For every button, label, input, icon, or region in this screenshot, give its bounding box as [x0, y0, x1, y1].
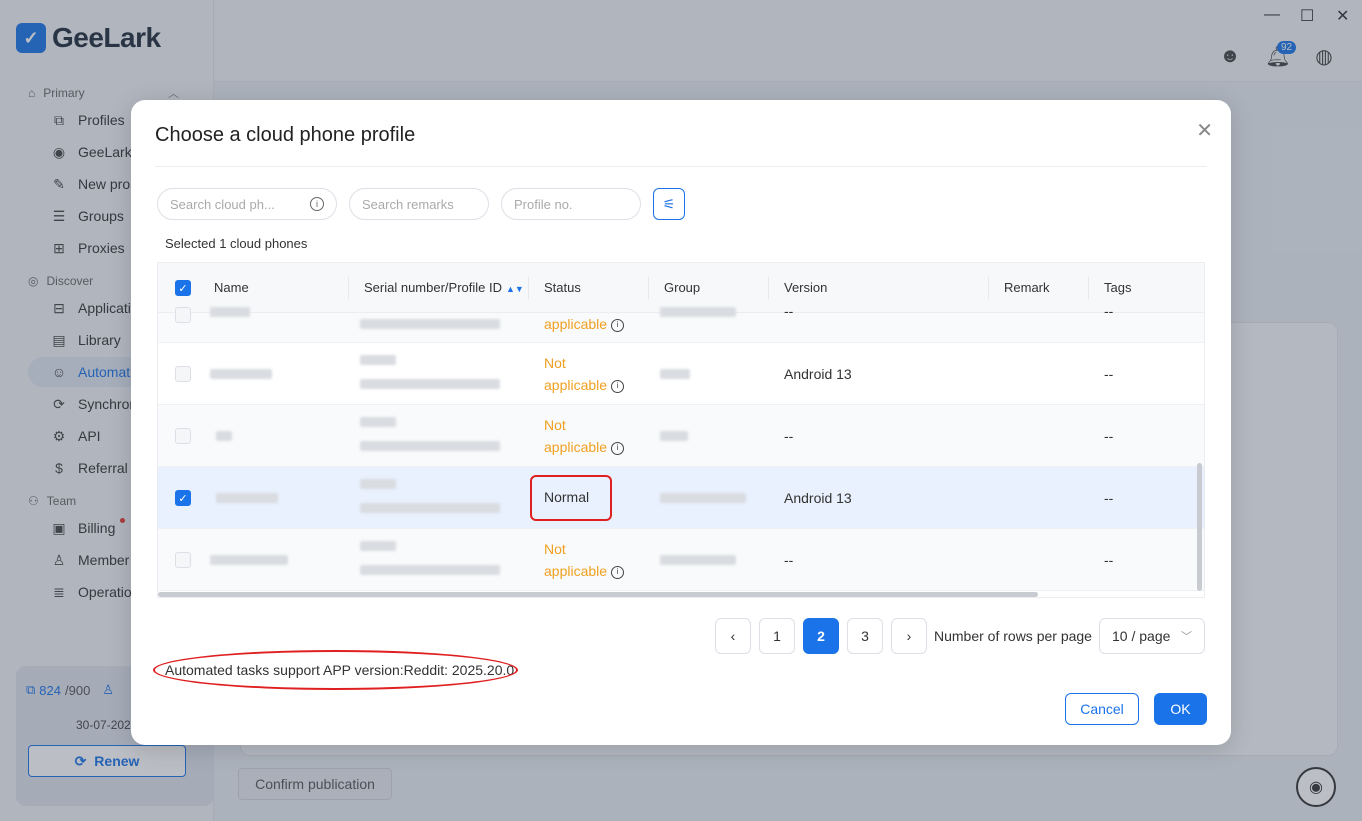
info-icon[interactable]: i [611, 318, 625, 332]
column-status[interactable]: Status [544, 280, 581, 295]
row-checkbox[interactable] [175, 307, 191, 323]
highlight-annotation [530, 475, 612, 521]
group-cell-redacted [660, 493, 746, 503]
group-cell-redacted [660, 431, 688, 441]
table-row[interactable]: Not applicable i -- -- [158, 529, 1204, 591]
info-icon[interactable]: i [611, 441, 625, 455]
serial-cell-redacted [360, 319, 500, 329]
group-cell-redacted [660, 307, 736, 317]
name-cell-redacted [216, 431, 232, 441]
filter-settings-icon[interactable]: ⚟ [653, 188, 685, 220]
column-name[interactable]: Name [214, 280, 249, 295]
serial-line1-redacted [360, 479, 396, 489]
info-icon[interactable]: i [611, 379, 625, 393]
column-separator [1088, 277, 1089, 299]
serial-line1-redacted [360, 541, 396, 551]
tags-cell: -- [1104, 303, 1114, 319]
chevron-down-icon: ﹀ [1181, 631, 1192, 643]
column-tags[interactable]: Tags [1104, 280, 1131, 295]
serial-line1-redacted [360, 355, 396, 365]
version-cell: -- [784, 428, 794, 444]
profiles-table: ✓ Name Serial number/Profile ID ▲▼ Status… [157, 262, 1205, 598]
tags-cell: -- [1104, 490, 1114, 506]
next-page-button[interactable]: › [891, 618, 927, 654]
status-not-applicable: Not applicable i [544, 352, 625, 396]
table-row[interactable]: Not applicable i Android 13 -- [158, 343, 1204, 405]
name-cell-redacted [210, 555, 288, 565]
row-checkbox[interactable] [175, 428, 191, 444]
column-separator [988, 277, 989, 299]
column-separator [648, 277, 649, 299]
cancel-button[interactable]: Cancel [1065, 693, 1139, 725]
table-row-selected[interactable]: ✓ Normal Android 13 -- [158, 467, 1204, 529]
column-separator [348, 277, 349, 299]
status-not-applicable: Not applicable i [544, 538, 625, 582]
version-cell: -- [784, 552, 794, 568]
group-cell-redacted [660, 555, 736, 565]
horizontal-scrollbar[interactable] [158, 592, 1038, 597]
info-icon[interactable]: i [310, 197, 324, 211]
column-serial[interactable]: Serial number/Profile ID ▲▼ [364, 280, 524, 295]
status-not-applicable: Not applicable i [544, 414, 625, 458]
group-cell-redacted [660, 369, 690, 379]
column-group[interactable]: Group [664, 280, 700, 295]
vertical-scrollbar[interactable] [1197, 463, 1202, 591]
ok-button[interactable]: OK [1154, 693, 1207, 725]
serial-line1-redacted [360, 417, 396, 427]
page-2-button[interactable]: 2 [803, 618, 839, 654]
status-not-applicable: applicable i [544, 313, 625, 335]
profile-no-input[interactable]: Profile no. [501, 188, 641, 220]
table-row[interactable]: Not applicable i -- -- [158, 405, 1204, 467]
highlight-annotation [153, 650, 518, 690]
serial-line2-redacted [360, 565, 500, 575]
column-version[interactable]: Version [784, 280, 827, 295]
name-cell-redacted [210, 369, 272, 379]
tags-cell: -- [1104, 552, 1114, 568]
page-3-button[interactable]: 3 [847, 618, 883, 654]
version-cell: Android 13 [784, 490, 852, 506]
search-cloud-phone-input[interactable]: Search cloud ph... i [157, 188, 337, 220]
row-checkbox[interactable] [175, 552, 191, 568]
name-cell-redacted [210, 307, 250, 317]
divider [155, 166, 1207, 167]
version-cell: -- [784, 303, 794, 319]
info-icon[interactable]: i [611, 565, 625, 579]
select-all-checkbox[interactable]: ✓ [175, 280, 191, 296]
page-size-select[interactable]: 10 / page ﹀ [1099, 618, 1205, 654]
selected-count: Selected 1 cloud phones [165, 236, 308, 251]
rows-per-page-label: Number of rows per page [934, 628, 1092, 644]
serial-line2-redacted [360, 441, 500, 451]
column-separator [528, 277, 529, 299]
name-cell-redacted [216, 493, 278, 503]
choose-profile-modal: Choose a cloud phone profile ✕ Search cl… [131, 100, 1231, 745]
modal-title: Choose a cloud phone profile [155, 124, 416, 146]
column-separator [768, 277, 769, 299]
prev-page-button[interactable]: ‹ [715, 618, 751, 654]
close-icon[interactable]: ✕ [1196, 118, 1213, 143]
row-checkbox[interactable] [175, 366, 191, 382]
sort-icon[interactable]: ▲▼ [506, 284, 524, 294]
serial-line2-redacted [360, 503, 500, 513]
table-row[interactable]: applicable i -- -- [158, 303, 1204, 343]
column-remark[interactable]: Remark [1004, 280, 1050, 295]
search-remarks-input[interactable]: Search remarks [349, 188, 489, 220]
tags-cell: -- [1104, 428, 1114, 444]
serial-line2-redacted [360, 379, 500, 389]
page-1-button[interactable]: 1 [759, 618, 795, 654]
row-checkbox-checked[interactable]: ✓ [175, 490, 191, 506]
version-cell: Android 13 [784, 366, 852, 382]
tags-cell: -- [1104, 366, 1114, 382]
table-header: ✓ Name Serial number/Profile ID ▲▼ Status… [158, 263, 1204, 313]
